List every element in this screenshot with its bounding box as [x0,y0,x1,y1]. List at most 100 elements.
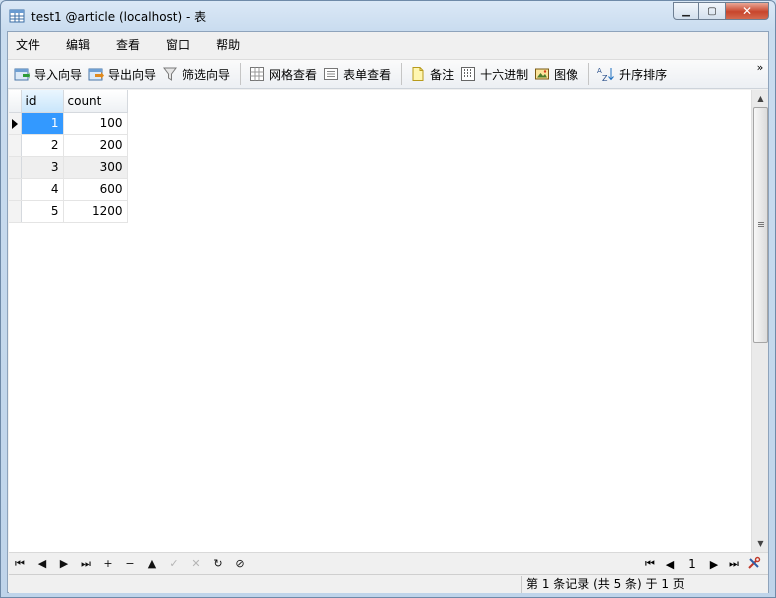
image-button[interactable]: 图像 [532,62,582,86]
filter-wizard-label: 筛选向导 [182,67,231,82]
current-row-arrow-icon [12,118,18,129]
filter-wizard-button[interactable]: 筛选向导 [160,62,234,86]
next-record-button[interactable]: ▶ [53,554,75,574]
svg-text:Z: Z [602,74,608,82]
menu-view[interactable]: 查看 [108,32,152,58]
delete-record-button[interactable]: − [119,554,141,574]
cell-count[interactable]: 200 [63,134,128,157]
import-wizard-label: 导入向导 [34,67,83,82]
scrollbar-grip [758,222,764,223]
column-header-count[interactable]: count [63,90,128,113]
memo-label: 备注 [430,67,455,82]
cell-id[interactable]: 2 [21,134,64,157]
table-row[interactable]: 1 100 [9,112,128,135]
apply-changes-button[interactable]: ✓ [163,554,185,574]
grid-view-label: 网格查看 [269,67,318,82]
form-icon [324,68,339,80]
cell-count[interactable]: 300 [63,156,128,179]
table-row[interactable]: 3 300 [9,156,128,179]
cell-id[interactable]: 1 [21,112,64,135]
row-indicator[interactable] [9,200,22,223]
window-title: test1 @article (localhost) - 表 [31,10,207,24]
import-wizard-button[interactable]: 导入向导 [12,62,86,86]
toolbar-overflow-button[interactable]: » [754,62,766,88]
vertical-scrollbar[interactable]: ▲ ▼ [751,90,768,552]
import-icon [14,68,30,81]
toolbar: 导入向导 导出向导 筛选向导 网格查看 表单查看 备注 十六进制 图像 A Z … [8,59,768,89]
add-record-button[interactable]: + [97,554,119,574]
title-bar[interactable]: test1 @article (localhost) - 表 ▁ ▢ ✕ [1,1,775,31]
grid-icon [250,67,265,81]
hex-icon [461,67,476,81]
table-row[interactable]: 4 600 [9,178,128,201]
sort-ascending-button[interactable]: A Z 升序排序 [595,62,671,86]
last-page-icon[interactable]: ⏭ [724,557,744,571]
form-view-button[interactable]: 表单查看 [321,62,395,86]
first-page-icon[interactable]: ⏮ [640,557,660,571]
last-record-button[interactable]: ⏭ [75,554,97,574]
app-window: test1 @article (localhost) - 表 ▁ ▢ ✕ 文件 … [0,0,776,598]
page-number-input[interactable]: 1 [680,557,704,571]
export-icon [88,68,105,81]
sort-ascending-icon: A Z [597,67,615,82]
filter-icon [163,67,178,81]
memo-icon [412,67,424,81]
table-row[interactable]: 2 200 [9,134,128,157]
cell-id[interactable]: 4 [21,178,64,201]
refresh-button[interactable]: ↻ [207,554,229,574]
cell-id[interactable]: 5 [21,200,64,223]
scrollbar-grip [758,226,764,227]
close-button[interactable]: ✕ [725,2,769,20]
window-controls: ▁ ▢ ✕ [673,2,769,20]
first-record-button[interactable]: ⏮ [9,554,31,574]
stop-button[interactable]: ⊘ [229,554,251,574]
menu-edit[interactable]: 编辑 [58,32,102,58]
image-icon [535,68,550,80]
cell-id[interactable]: 3 [21,156,64,179]
scrollbar-thumb[interactable] [753,107,768,343]
scroll-down-icon[interactable]: ▼ [752,535,769,552]
record-status-text: 第 1 条记录 (共 5 条) 于 1 页 [521,576,685,593]
sort-ascending-label: 升序排序 [619,67,668,82]
row-indicator-header [9,90,22,113]
edit-record-button[interactable]: ▲ [141,554,163,574]
row-indicator[interactable] [9,112,22,135]
data-grid[interactable]: id count 1 100 2 200 3 300 4 600 5 1200 [9,90,751,552]
menu-window[interactable]: 窗口 [158,32,202,58]
toolbar-separator [401,63,403,85]
export-wizard-button[interactable]: 导出向导 [86,62,160,86]
page-navigator: ⏮ ◀ 1 ▶ ⏭ [640,554,764,574]
next-page-icon[interactable]: ▶ [704,558,724,571]
menu-file[interactable]: 文件 [8,32,52,58]
cell-count[interactable]: 1200 [63,200,128,223]
column-header-id[interactable]: id [21,90,64,113]
client-area: 文件 编辑 查看 窗口 帮助 导入向导 导出向导 筛选向导 网格查看 表单查看 … [7,31,769,593]
status-bar: 第 1 条记录 (共 5 条) 于 1 页 [9,574,768,593]
minimize-button[interactable]: ▁ [673,2,699,20]
form-view-label: 表单查看 [343,67,392,82]
previous-record-button[interactable]: ◀ [31,554,53,574]
cell-count[interactable]: 600 [63,178,128,201]
row-indicator[interactable] [9,156,22,179]
scroll-up-icon[interactable]: ▲ [752,90,769,107]
toolbar-separator [240,63,242,85]
toolbar-separator [588,63,590,85]
row-indicator[interactable] [9,178,22,201]
hex-label: 十六进制 [480,67,529,82]
maximize-button[interactable]: ▢ [699,2,725,20]
menu-help[interactable]: 帮助 [208,32,252,58]
cell-count[interactable]: 100 [63,112,128,135]
hex-button[interactable]: 十六进制 [458,62,532,86]
memo-button[interactable]: 备注 [408,62,458,86]
grid-view-button[interactable]: 网格查看 [247,62,321,86]
row-indicator[interactable] [9,134,22,157]
table-icon [9,8,25,24]
discard-changes-button[interactable]: ✕ [185,554,207,574]
previous-page-icon[interactable]: ◀ [660,558,680,571]
table-header-row: id count [9,90,128,113]
table-row[interactable]: 5 1200 [9,200,128,223]
export-wizard-label: 导出向导 [108,67,157,82]
image-label: 图像 [554,67,579,82]
menu-bar: 文件 编辑 查看 窗口 帮助 [8,32,768,58]
page-settings-icon[interactable] [744,556,764,573]
